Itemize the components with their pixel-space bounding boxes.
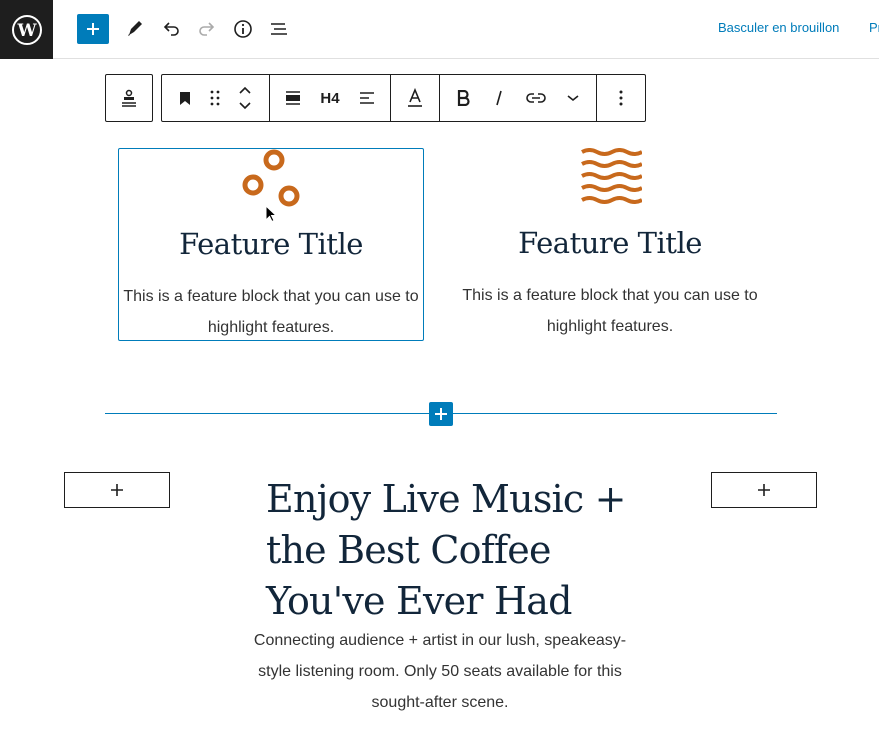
redo-button[interactable] (191, 14, 223, 44)
plus-icon (87, 23, 99, 35)
undo-button[interactable] (155, 14, 187, 44)
plus-icon (111, 484, 123, 496)
text-align-button[interactable] (350, 75, 384, 121)
align-center-icon (122, 89, 136, 107)
hero-paragraph[interactable]: Connecting audience + artist in our lush… (250, 625, 630, 718)
block-toolbar: H4 (161, 74, 646, 122)
editor-header: W Basculer en brouillon P (0, 0, 879, 59)
align-wide-icon (286, 91, 300, 105)
text-color-icon (408, 88, 422, 107)
heading-level-button[interactable]: H4 (312, 75, 348, 121)
undo-icon (163, 22, 179, 36)
feature-text[interactable]: This is a feature block that you can use… (457, 280, 763, 342)
bold-icon (457, 90, 470, 106)
feature-block[interactable]: Feature Title This is a feature block th… (457, 148, 763, 341)
info-icon (234, 20, 252, 38)
block-appender-left[interactable] (64, 472, 170, 508)
italic-button[interactable] (482, 75, 516, 121)
preview-button[interactable]: Pr (869, 20, 879, 35)
align-left-icon (360, 92, 374, 104)
text-color-button[interactable] (397, 75, 433, 121)
bold-button[interactable] (446, 75, 480, 121)
add-block-button[interactable] (77, 14, 109, 44)
move-up-down-icon (239, 86, 251, 110)
feature-block[interactable]: Feature Title This is a feature block th… (118, 148, 424, 341)
block-align-button[interactable] (276, 75, 310, 121)
drag-handle[interactable] (202, 75, 228, 121)
drag-handle-icon (210, 90, 220, 106)
link-button[interactable] (518, 75, 554, 121)
list-view-icon (271, 23, 287, 35)
list-view-button[interactable] (263, 14, 295, 44)
block-options-button[interactable] (603, 75, 639, 121)
switch-to-draft-button[interactable]: Basculer en brouillon (718, 20, 839, 35)
pencil-icon (128, 21, 142, 36)
heading-level-label: H4 (320, 89, 340, 107)
tools-button[interactable] (119, 14, 151, 44)
plus-icon (758, 484, 770, 496)
svg-text:W: W (16, 21, 37, 41)
italic-icon (496, 90, 502, 106)
link-icon (526, 93, 546, 103)
redo-icon (199, 22, 215, 36)
select-parent-button[interactable] (106, 75, 152, 121)
bookmark-icon (180, 92, 190, 105)
details-button[interactable] (227, 14, 259, 44)
feature-title[interactable]: Feature Title (457, 226, 763, 260)
wordpress-logo-button[interactable]: W (0, 0, 53, 59)
plus-icon (435, 408, 447, 420)
select-parent-group (105, 74, 153, 122)
circles-icon (242, 149, 300, 207)
block-appender-right[interactable] (711, 472, 817, 508)
inserter-button[interactable] (429, 402, 453, 426)
mouse-pointer-icon (265, 205, 277, 223)
more-vertical-icon (619, 90, 623, 106)
hero-heading[interactable]: Enjoy Live Music + the Best Coffee You'v… (266, 474, 626, 627)
wordpress-logo-icon: W (11, 14, 42, 45)
feature-text[interactable]: This is a feature block that you can use… (119, 281, 423, 343)
waves-icon (581, 148, 642, 204)
more-formats-button[interactable] (556, 75, 590, 121)
move-up-down-button[interactable] (230, 75, 260, 121)
block-type-button[interactable] (170, 75, 200, 121)
feature-title[interactable]: Feature Title (119, 227, 423, 261)
chevron-down-icon (567, 95, 579, 102)
